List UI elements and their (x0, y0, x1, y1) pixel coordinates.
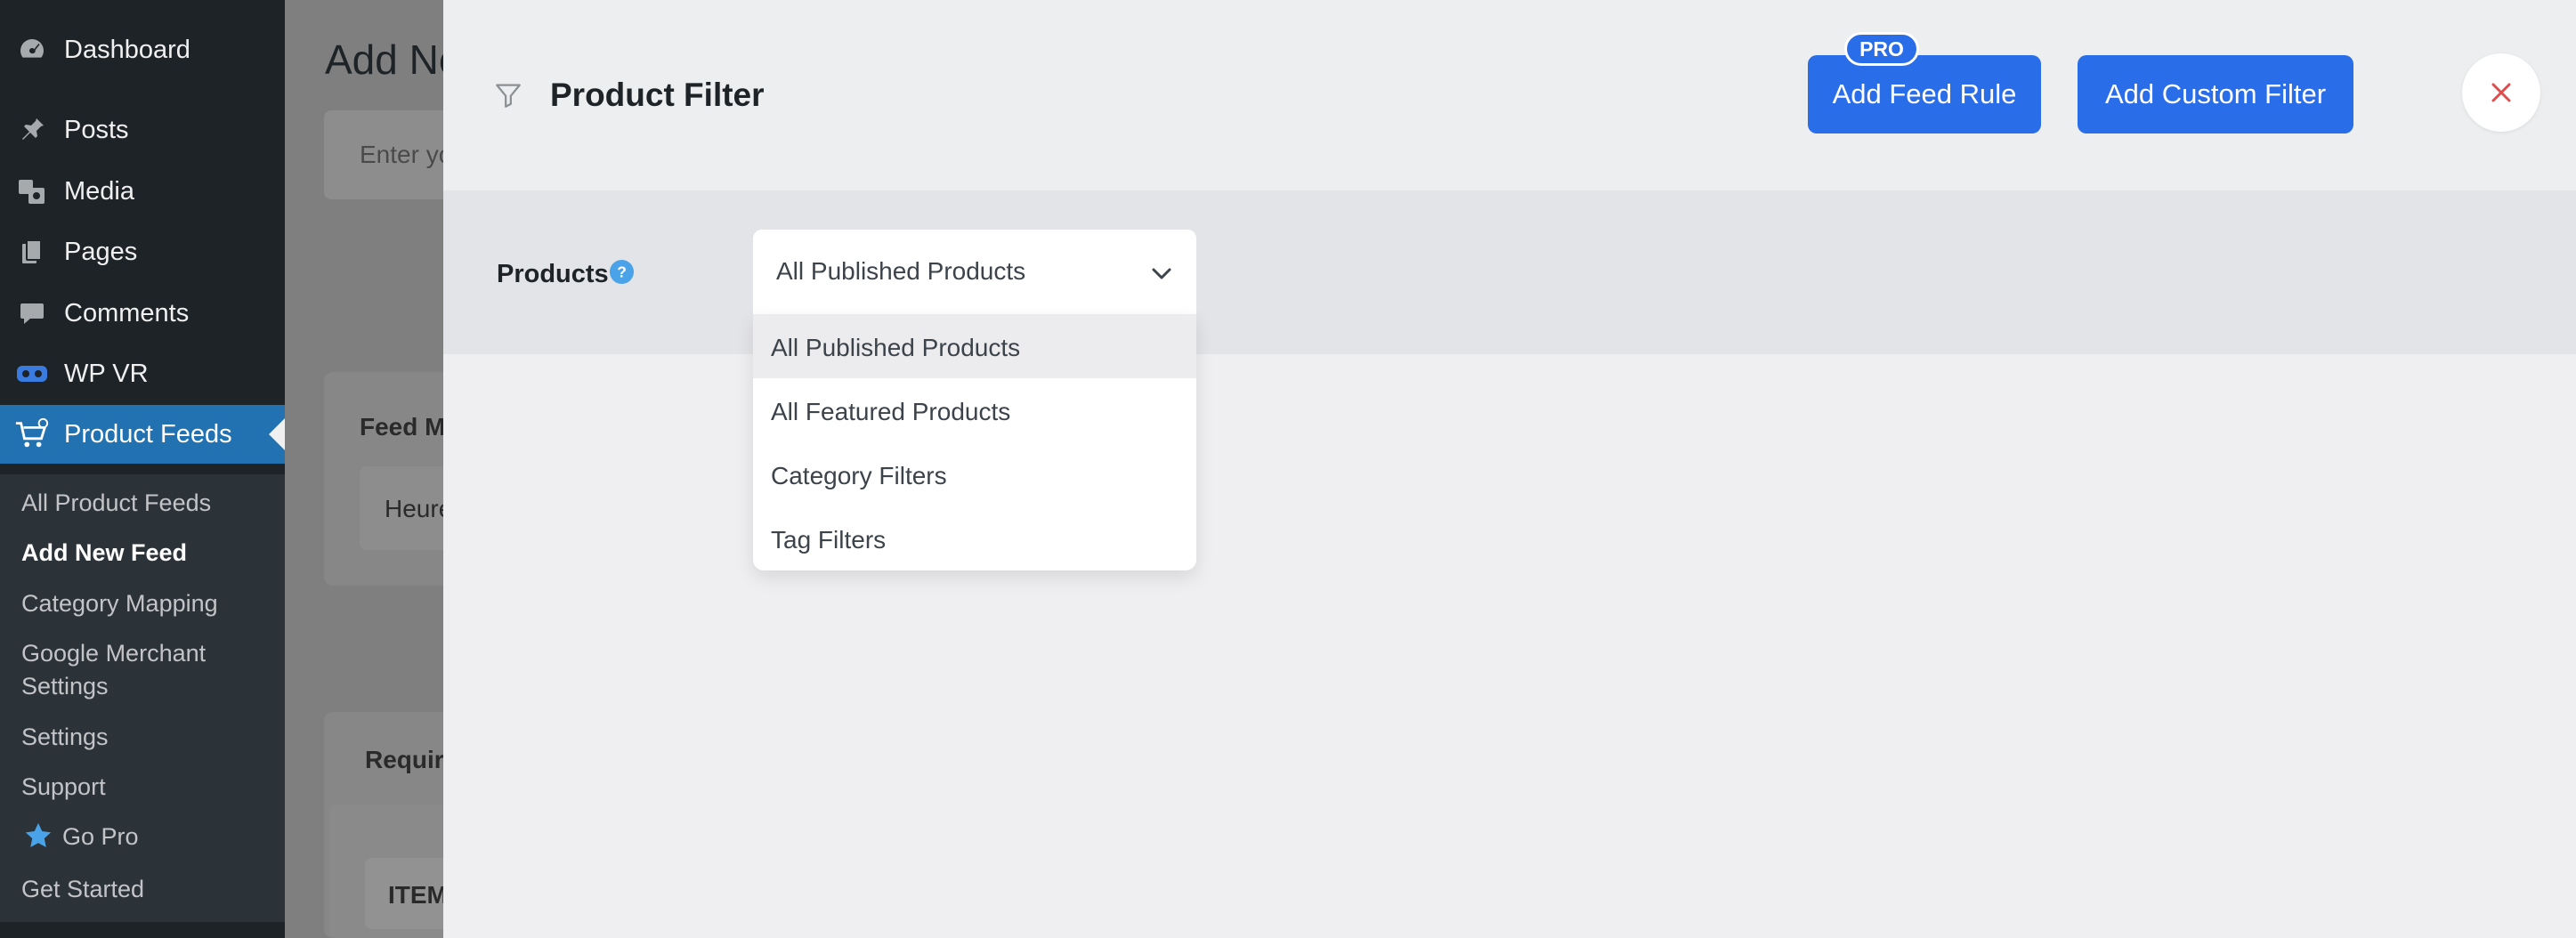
submenu-item-add-new-feed[interactable]: Add New Feed (21, 537, 187, 569)
sidebar-item-media[interactable]: Media (0, 162, 285, 221)
select-option-category-filters[interactable]: Category Filters (753, 442, 1196, 506)
merchant-value: Heure (385, 495, 453, 522)
active-indicator (269, 418, 285, 450)
sidebar-footer (0, 922, 285, 938)
chevron-down-icon (1152, 268, 1171, 279)
submenu-item-support[interactable]: Support (21, 771, 106, 803)
select-option-all-published-products[interactable]: All Published Products (753, 314, 1196, 378)
select-option-tag-filters[interactable]: Tag Filters (753, 506, 1196, 570)
products-select-value: All Published Products (776, 257, 1026, 285)
product-filter-drawer: Product Filter Add Feed Rule PRO Add Cus… (443, 0, 2576, 938)
submenu-item-google-merchant-settings[interactable]: Google Merchant Settings (21, 637, 206, 703)
submenu-item-settings[interactable]: Settings (21, 721, 109, 753)
products-select-dropdown: All Published Products All Featured Prod… (753, 314, 1196, 570)
sidebar-item-label: WP VR (64, 359, 149, 388)
vr-headset-icon (14, 356, 50, 392)
pages-icon (14, 234, 50, 270)
page-title: Add Ne (325, 36, 462, 83)
products-select[interactable]: All Published Products (753, 230, 1196, 314)
drawer-header: Product Filter Add Feed Rule PRO Add Cus… (443, 0, 2576, 190)
sidebar-item-label: Posts (64, 115, 129, 144)
sidebar-item-posts[interactable]: Posts (0, 101, 285, 159)
option-label: Category Filters (771, 462, 947, 489)
cart-icon (14, 416, 50, 452)
submenu-item-all-product-feeds[interactable]: All Product Feeds (21, 487, 211, 519)
option-label: All Featured Products (771, 398, 1011, 425)
close-button[interactable] (2462, 53, 2540, 132)
submenu-item-category-mapping[interactable]: Category Mapping (21, 587, 218, 619)
item-column-header: ITEM (388, 881, 448, 909)
sidebar-item-wp-vr[interactable]: WP VR (0, 344, 285, 403)
sidebar-item-dashboard[interactable]: Dashboard (0, 20, 285, 79)
submenu-item-go-pro[interactable]: Go Pro (62, 821, 139, 853)
close-icon (2491, 83, 2511, 102)
select-option-all-featured-products[interactable]: All Featured Products (753, 378, 1196, 442)
products-label: Products (497, 260, 609, 288)
drawer-title: Product Filter (550, 77, 765, 113)
sidebar-item-label: Pages (64, 237, 138, 266)
sidebar-item-label: Media (64, 176, 134, 206)
svg-text:?: ? (617, 263, 627, 280)
help-icon[interactable]: ? (609, 259, 635, 285)
sidebar-item-comments[interactable]: Comments (0, 284, 285, 343)
sidebar-item-label: Product Feeds (64, 419, 232, 449)
feed-name-placeholder: Enter yo (360, 141, 453, 168)
add-custom-filter-button[interactable]: Add Custom Filter (2078, 55, 2353, 133)
comment-icon (14, 295, 50, 331)
submenu-item-get-started[interactable]: Get Started (21, 873, 144, 905)
option-label: All Published Products (771, 334, 1021, 361)
admin-sidebar: Dashboard Posts Media Pages Comments WP … (0, 0, 285, 938)
sidebar-item-label: Dashboard (64, 35, 190, 64)
star-icon (25, 822, 52, 848)
pin-icon (14, 112, 50, 148)
dashboard-icon (14, 32, 50, 68)
filter-icon (496, 84, 521, 108)
sidebar-item-pages[interactable]: Pages (0, 222, 285, 281)
pro-badge: PRO (1844, 32, 1919, 66)
sidebar-item-product-feeds[interactable]: Product Feeds (0, 405, 285, 464)
sidebar-item-label: Comments (64, 298, 190, 327)
option-label: Tag Filters (771, 526, 887, 554)
add-feed-rule-button[interactable]: Add Feed Rule (1808, 55, 2041, 133)
media-icon (14, 174, 50, 209)
